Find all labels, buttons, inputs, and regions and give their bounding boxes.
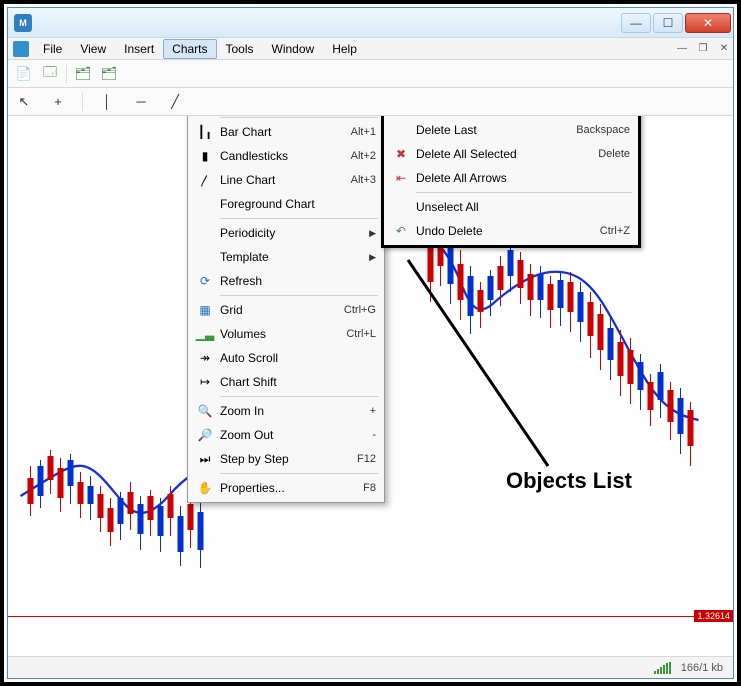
menubar: File View Insert Charts Tools Window Hel…: [8, 38, 733, 60]
mdi-minimize-button[interactable]: —: [673, 41, 691, 57]
mdi-close-button[interactable]: ✕: [715, 41, 733, 57]
annotation-arrow: [398, 256, 588, 486]
submenu-delete-all-selected[interactable]: ✖ Delete All Selected Delete: [386, 142, 636, 166]
menu-help[interactable]: Help: [323, 39, 366, 59]
submenu-delete-all-arrows[interactable]: ⇤ Delete All Arrows: [386, 166, 636, 190]
step-icon: ⏭: [194, 449, 216, 469]
submenu-delete-last[interactable]: Delete Last Backspace: [386, 118, 636, 142]
bar-chart-icon: ┃╻: [194, 122, 216, 142]
volumes-icon: ▁▃: [194, 324, 216, 344]
navigator-icon[interactable]: 🗂: [97, 63, 121, 85]
menu-template[interactable]: Template ▶: [190, 245, 382, 269]
auto-scroll-icon: ↠: [194, 348, 216, 368]
zoom-in-icon: 🔍: [194, 401, 216, 421]
chevron-right-icon: ▶: [369, 252, 376, 263]
mdi-restore-button[interactable]: ❐: [694, 41, 712, 57]
line-chart-icon: 〳: [194, 170, 216, 190]
menu-zoom-in[interactable]: 🔍 Zoom In +: [190, 399, 382, 423]
menu-zoom-out[interactable]: 🔎 Zoom Out -: [190, 423, 382, 447]
market-watch-icon[interactable]: 🗂: [71, 63, 95, 85]
vertical-line-icon[interactable]: │: [95, 91, 119, 113]
submenu-undo-delete[interactable]: ↶ Undo Delete Ctrl+Z: [386, 219, 636, 243]
menu-tools[interactable]: Tools: [217, 39, 263, 59]
status-text: 166/1 kb: [681, 662, 723, 674]
chart-shift-icon: ↦: [194, 372, 216, 392]
menu-refresh[interactable]: ⟳ Refresh: [190, 269, 382, 293]
delete-arrows-icon: ⇤: [390, 168, 412, 188]
profiles-icon[interactable]: 🗔: [38, 63, 62, 85]
statusbar: 166/1 kb: [8, 656, 733, 678]
grid-icon: ▦: [194, 300, 216, 320]
menu-foreground-chart[interactable]: Foreground Chart: [190, 192, 382, 216]
connection-signal-icon: [654, 662, 671, 674]
delete-selected-icon: ✖: [390, 144, 412, 164]
candlestick-icon: ▮: [194, 146, 216, 166]
titlebar: M — ☐ ✕: [8, 8, 733, 38]
menu-file[interactable]: File: [34, 39, 71, 59]
new-chart-icon[interactable]: 📄: [12, 63, 36, 85]
charts-menu: 📊 Indicators List Ctrl+I Objects ▶ ┃╻ Ba…: [187, 116, 385, 503]
app-icon: [8, 41, 34, 57]
menu-bar-chart[interactable]: ┃╻ Bar Chart Alt+1: [190, 120, 382, 144]
menu-volumes[interactable]: ▁▃ Volumes Ctrl+L: [190, 322, 382, 346]
menu-step-by-step[interactable]: ⏭ Step by Step F12: [190, 447, 382, 471]
menu-grid[interactable]: ▦ Grid Ctrl+G: [190, 298, 382, 322]
menu-view[interactable]: View: [71, 39, 115, 59]
price-line: [8, 616, 733, 617]
menu-chart-shift[interactable]: ↦ Chart Shift: [190, 370, 382, 394]
app-window: M — ☐ ✕ File View Insert Charts Tools Wi…: [7, 7, 734, 679]
menu-insert[interactable]: Insert: [115, 39, 163, 59]
properties-icon: ✋: [194, 478, 216, 498]
submenu-unselect-all[interactable]: Unselect All: [386, 195, 636, 219]
menu-window[interactable]: Window: [263, 39, 324, 59]
menu-line-chart[interactable]: 〳 Line Chart Alt+3: [190, 168, 382, 192]
objects-submenu: ☰ Objects List Ctrl+B Delete Last Backsp…: [381, 116, 641, 248]
chevron-right-icon: ▶: [369, 228, 376, 239]
refresh-icon: ⟳: [194, 271, 216, 291]
cursor-icon[interactable]: ↖: [12, 91, 36, 113]
toolbar-secondary: ↖ + │ ─ ╱: [8, 88, 733, 116]
close-button[interactable]: ✕: [685, 13, 731, 33]
minimize-button[interactable]: —: [621, 13, 651, 33]
horizontal-line-icon[interactable]: ─: [129, 91, 153, 113]
undo-icon: ↶: [390, 221, 412, 241]
menu-periodicity[interactable]: Periodicity ▶: [190, 221, 382, 245]
price-tag: 1.32614: [694, 610, 733, 622]
menu-properties[interactable]: ✋ Properties... F8: [190, 476, 382, 500]
menu-charts[interactable]: Charts: [163, 39, 216, 59]
maximize-button[interactable]: ☐: [653, 13, 683, 33]
crosshair-icon[interactable]: +: [46, 91, 70, 113]
menu-auto-scroll[interactable]: ↠ Auto Scroll: [190, 346, 382, 370]
zoom-out-icon: 🔎: [194, 425, 216, 445]
menu-candlesticks[interactable]: ▮ Candlesticks Alt+2: [190, 144, 382, 168]
chart-area[interactable]: 1.32614 Objects List 📊 Indicators List C…: [8, 116, 733, 656]
app-logo-icon: M: [14, 14, 32, 32]
trendline-icon[interactable]: ╱: [163, 91, 187, 113]
toolbar-primary: 📄 🗔 🗂 🗂: [8, 60, 733, 88]
